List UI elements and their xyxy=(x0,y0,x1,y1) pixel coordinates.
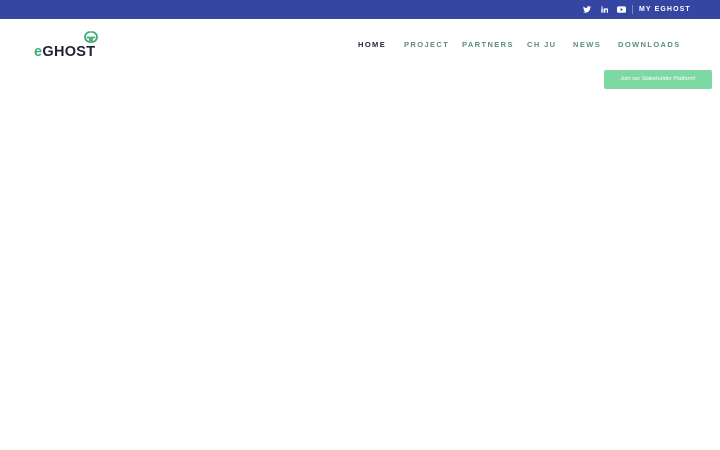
topbar-divider xyxy=(632,5,633,14)
eghost-logo[interactable]: eGHOST xyxy=(34,30,104,62)
nav-partners[interactable]: PARTNERS xyxy=(462,38,514,52)
logo-wordmark: eGHOST xyxy=(34,44,96,60)
youtube-icon[interactable] xyxy=(614,0,628,19)
top-bar: MY EGHOST xyxy=(0,0,720,19)
twitter-icon[interactable] xyxy=(580,0,594,19)
join-stakeholder-platform-button[interactable]: Join our Stakeholder Platform! xyxy=(604,70,712,89)
my-eghost-link[interactable]: MY EGHOST xyxy=(639,0,691,19)
nav-home[interactable]: HOME xyxy=(358,38,386,52)
eghost-logo-mark xyxy=(84,31,98,43)
nav-downloads[interactable]: DOWNLOADS xyxy=(618,38,681,52)
nav-news[interactable]: NEWS xyxy=(573,38,601,52)
nav-project[interactable]: PROJECT xyxy=(404,38,449,52)
nav-ch-ju[interactable]: CH JU xyxy=(527,38,557,52)
linkedin-icon[interactable] xyxy=(597,0,611,19)
